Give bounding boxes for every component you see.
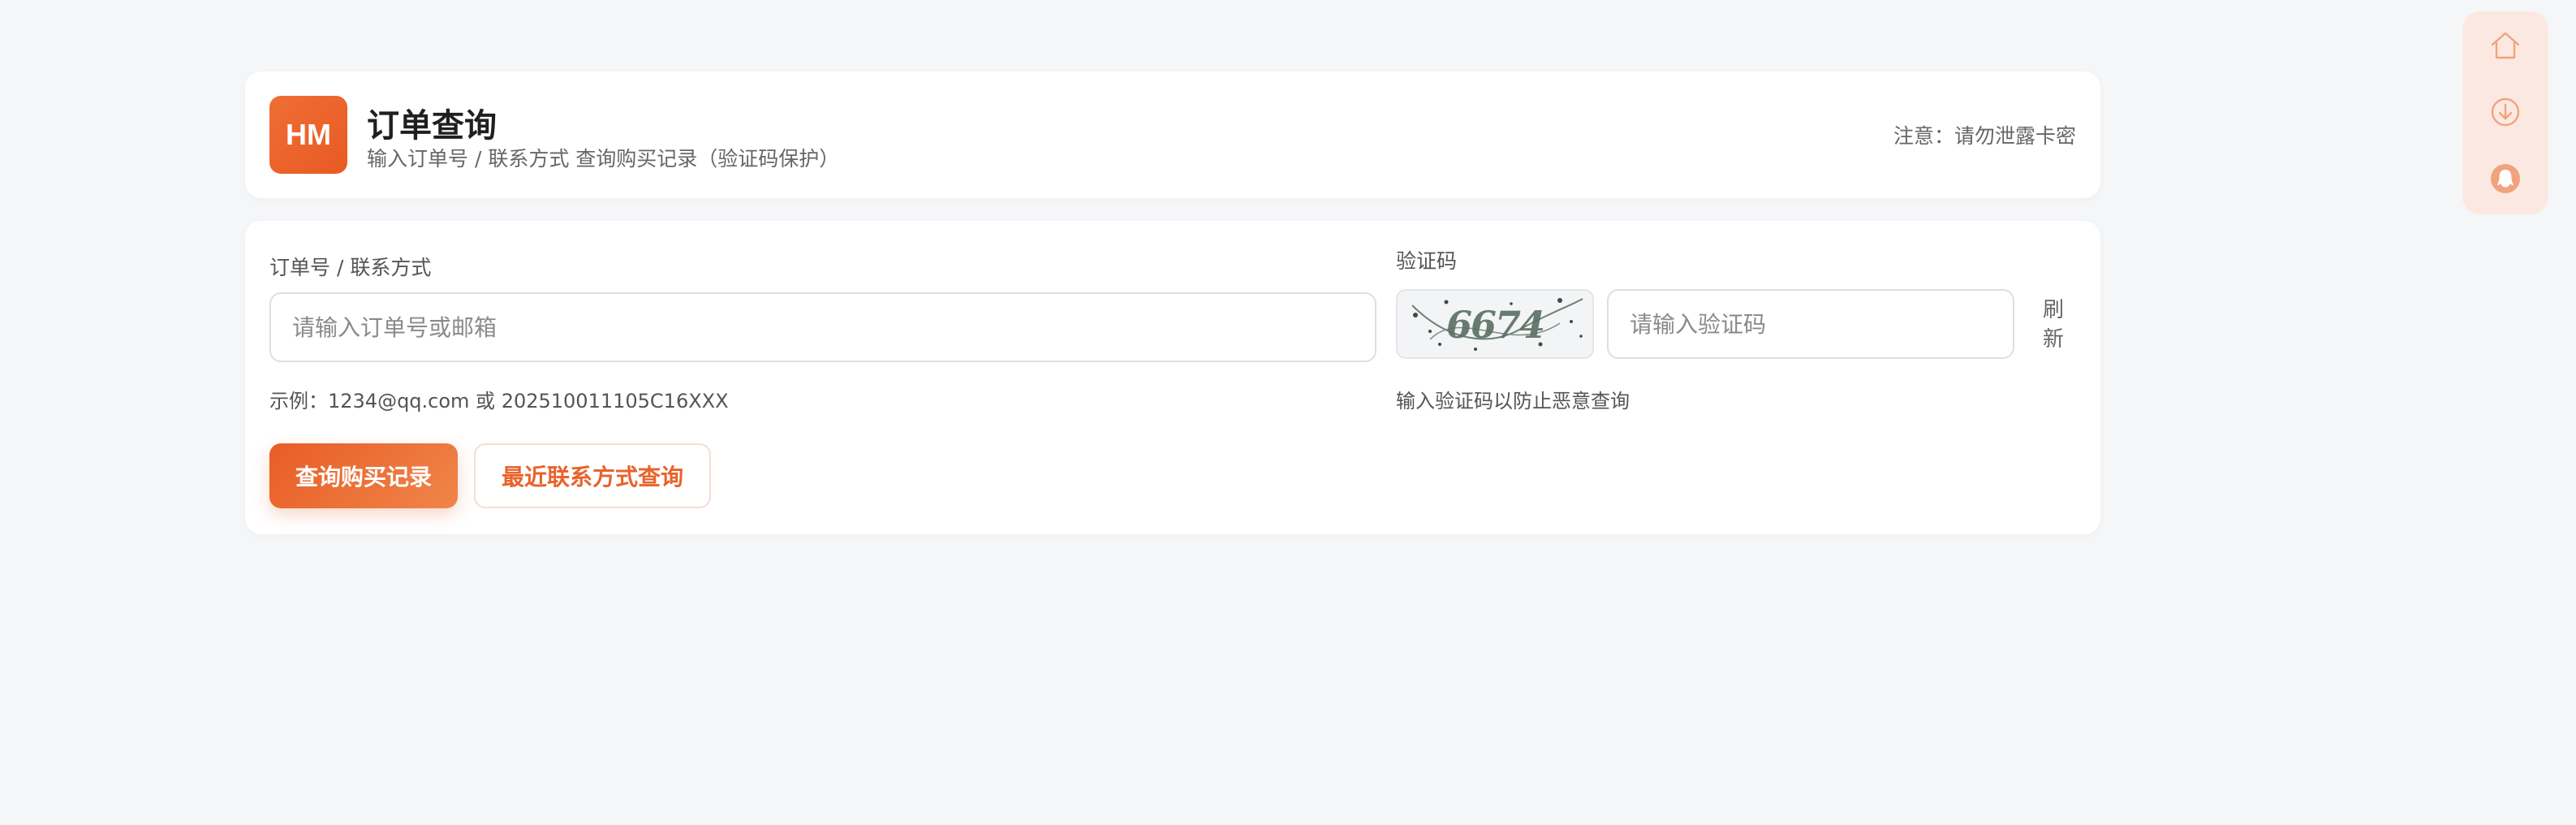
captcha-field-label: 验证码 bbox=[1396, 249, 1458, 273]
page-title: 订单查询 bbox=[367, 107, 497, 145]
app-logo: HM bbox=[269, 96, 347, 174]
captcha-graphic: 6674 bbox=[1411, 298, 1583, 351]
captcha-image[interactable]: 6674 bbox=[1396, 289, 1594, 359]
download-icon[interactable] bbox=[2489, 96, 2522, 128]
captcha-input[interactable] bbox=[1607, 289, 2014, 359]
query-form-card: 订单号 / 联系方式 示例：1234@qq.com 或 202510011105… bbox=[245, 221, 2100, 534]
side-toolbar bbox=[2462, 11, 2548, 214]
query-purchase-button[interactable]: 查询购买记录 bbox=[269, 443, 458, 508]
qq-penguin-icon[interactable] bbox=[2489, 162, 2522, 195]
recent-contact-query-button[interactable]: 最近联系方式查询 bbox=[474, 443, 711, 508]
page-subtitle: 输入订单号 / 联系方式 查询购买记录（验证码保护） bbox=[367, 147, 840, 171]
refresh-captcha-button[interactable]: 刷新 bbox=[2037, 296, 2070, 354]
order-input[interactable] bbox=[269, 292, 1376, 362]
home-icon[interactable] bbox=[2489, 29, 2522, 62]
captcha-text: 6674 bbox=[1446, 303, 1544, 347]
order-field-label: 订单号 / 联系方式 bbox=[269, 256, 432, 279]
order-example-hint: 示例：1234@qq.com 或 202510011105C16XXX bbox=[269, 390, 729, 412]
captcha-hint: 输入验证码以防止恶意查询 bbox=[1396, 390, 1630, 412]
header-card: HM 订单查询 输入订单号 / 联系方式 查询购买记录（验证码保护） 注意：请勿… bbox=[245, 71, 2100, 198]
security-notice: 注意：请勿泄露卡密 bbox=[1893, 124, 2076, 148]
